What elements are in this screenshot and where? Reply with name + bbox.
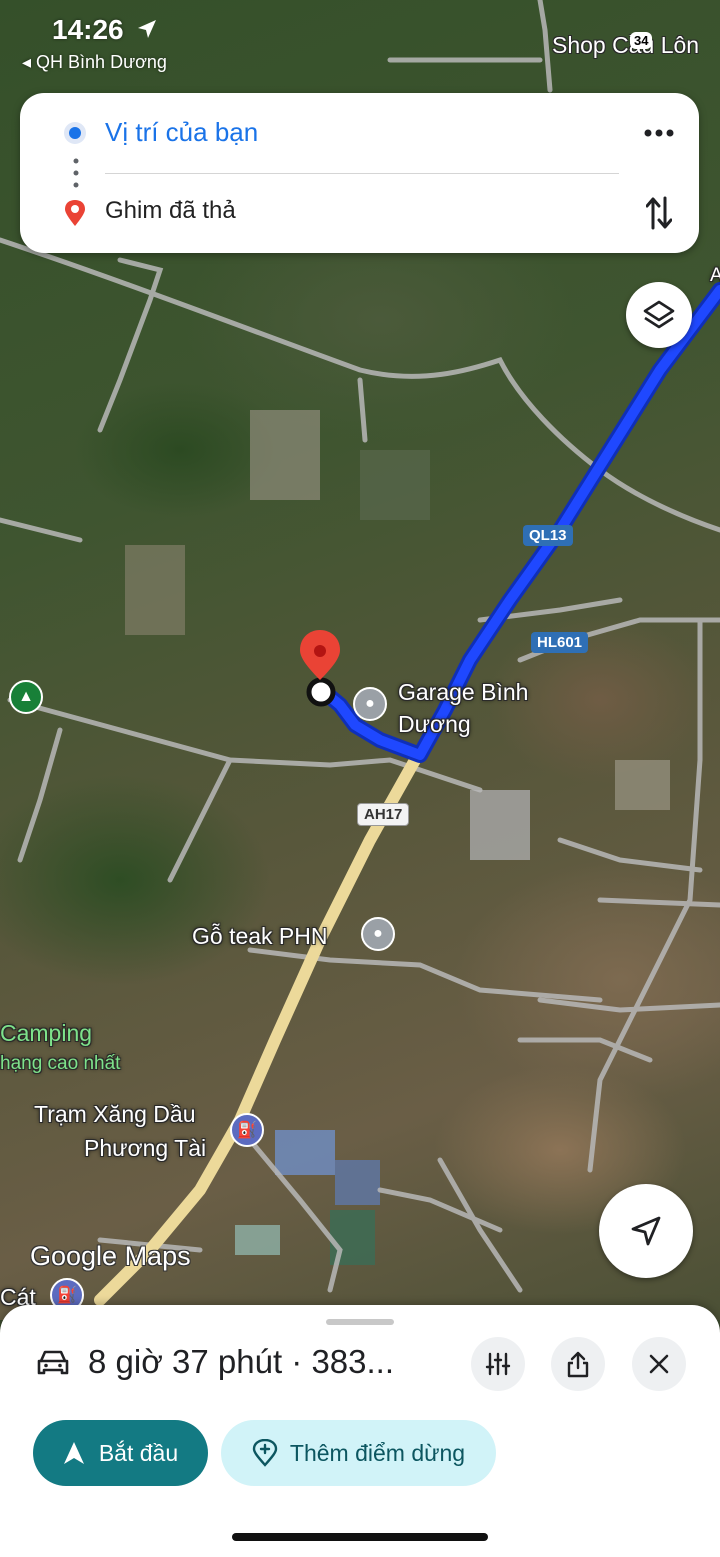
go-teak-poi-icon[interactable]: ● xyxy=(361,917,395,951)
road-shield-hl601: HL601 xyxy=(531,632,589,653)
building-patch xyxy=(235,1225,280,1255)
road-shield-ql13: QL13 xyxy=(523,525,573,546)
route-dots-icon xyxy=(73,158,79,188)
navigation-arrow-icon xyxy=(631,1216,661,1246)
trip-duration-distance: 8 giờ 37 phút · 383... xyxy=(88,1343,395,1380)
start-navigation-button[interactable]: Bắt đầu xyxy=(33,1420,208,1486)
sheet-drag-handle[interactable] xyxy=(326,1319,394,1325)
close-button[interactable] xyxy=(632,1337,686,1391)
start-button-label: Bắt đầu xyxy=(98,1439,179,1466)
route-options-button[interactable] xyxy=(471,1337,525,1391)
map-layers-button[interactable] xyxy=(626,282,692,348)
building-patch xyxy=(335,1160,380,1205)
field-patch xyxy=(250,410,320,500)
camping-sublabel: hạng cao nhất xyxy=(0,1053,121,1074)
gas-station-icon[interactable]: ⛽ xyxy=(230,1113,264,1147)
car-icon xyxy=(37,1350,69,1375)
divider xyxy=(105,173,619,174)
status-time: 14:26 xyxy=(52,14,124,45)
layers-icon xyxy=(643,300,675,329)
edge-label: A xyxy=(710,265,720,286)
go-teak-label[interactable]: Gỗ teak PHN xyxy=(192,922,328,950)
share-button[interactable] xyxy=(551,1337,605,1391)
add-stop-label: Thêm điểm dừng xyxy=(289,1439,466,1466)
field-patch xyxy=(615,760,670,810)
origin-field[interactable]: Vị trí của bạn xyxy=(105,117,258,148)
building-patch xyxy=(275,1130,335,1175)
back-to-app-link[interactable]: ◂ QH Bình Dương xyxy=(22,52,167,73)
field-patch xyxy=(125,545,185,635)
garage-label-2[interactable]: Dương xyxy=(398,710,471,738)
gas-station-label-1[interactable]: Trạm Xăng Dầu xyxy=(34,1100,196,1128)
more-options-button[interactable] xyxy=(641,115,677,151)
swap-route-button[interactable] xyxy=(641,195,677,231)
gas-station-label-2[interactable]: Phương Tài xyxy=(84,1134,206,1162)
route-card: Vị trí của bạn Ghim đã thả xyxy=(20,93,699,253)
google-maps-logo: Google Maps xyxy=(30,1241,191,1271)
directions-bottom-sheet[interactable]: 8 giờ 37 phút · 383... Bắt đầu Thêm điểm… xyxy=(0,1305,720,1557)
origin-dot-icon xyxy=(64,122,86,144)
road-shield-ah17: AH17 xyxy=(357,803,410,826)
shop-label[interactable]: Shop Cầu Lôn xyxy=(552,32,699,59)
garage-poi-icon[interactable]: ● xyxy=(353,687,387,721)
garage-label-1[interactable]: Garage Bình xyxy=(398,678,528,706)
destination-field[interactable]: Ghim đã thả xyxy=(105,197,236,225)
destination-marker-icon xyxy=(65,200,85,226)
destination-pin-icon[interactable] xyxy=(300,630,340,707)
close-icon xyxy=(649,1354,669,1374)
status-badge: 34 xyxy=(630,32,653,49)
navigation-start-icon xyxy=(63,1442,84,1464)
location-arrow-icon xyxy=(138,20,156,38)
recenter-location-button[interactable] xyxy=(599,1184,693,1278)
swap-arrows-icon xyxy=(646,196,672,230)
sliders-icon xyxy=(485,1352,511,1376)
add-stop-button[interactable]: Thêm điểm dừng xyxy=(221,1420,496,1486)
building-patch xyxy=(470,790,530,860)
field-patch xyxy=(360,450,430,520)
campground-icon[interactable]: ▲ xyxy=(9,680,43,714)
more-dots-icon xyxy=(644,129,674,137)
home-indicator[interactable] xyxy=(232,1533,488,1541)
camping-label[interactable]: Camping xyxy=(0,1019,92,1047)
add-location-icon xyxy=(252,1439,278,1467)
share-icon xyxy=(567,1351,589,1378)
